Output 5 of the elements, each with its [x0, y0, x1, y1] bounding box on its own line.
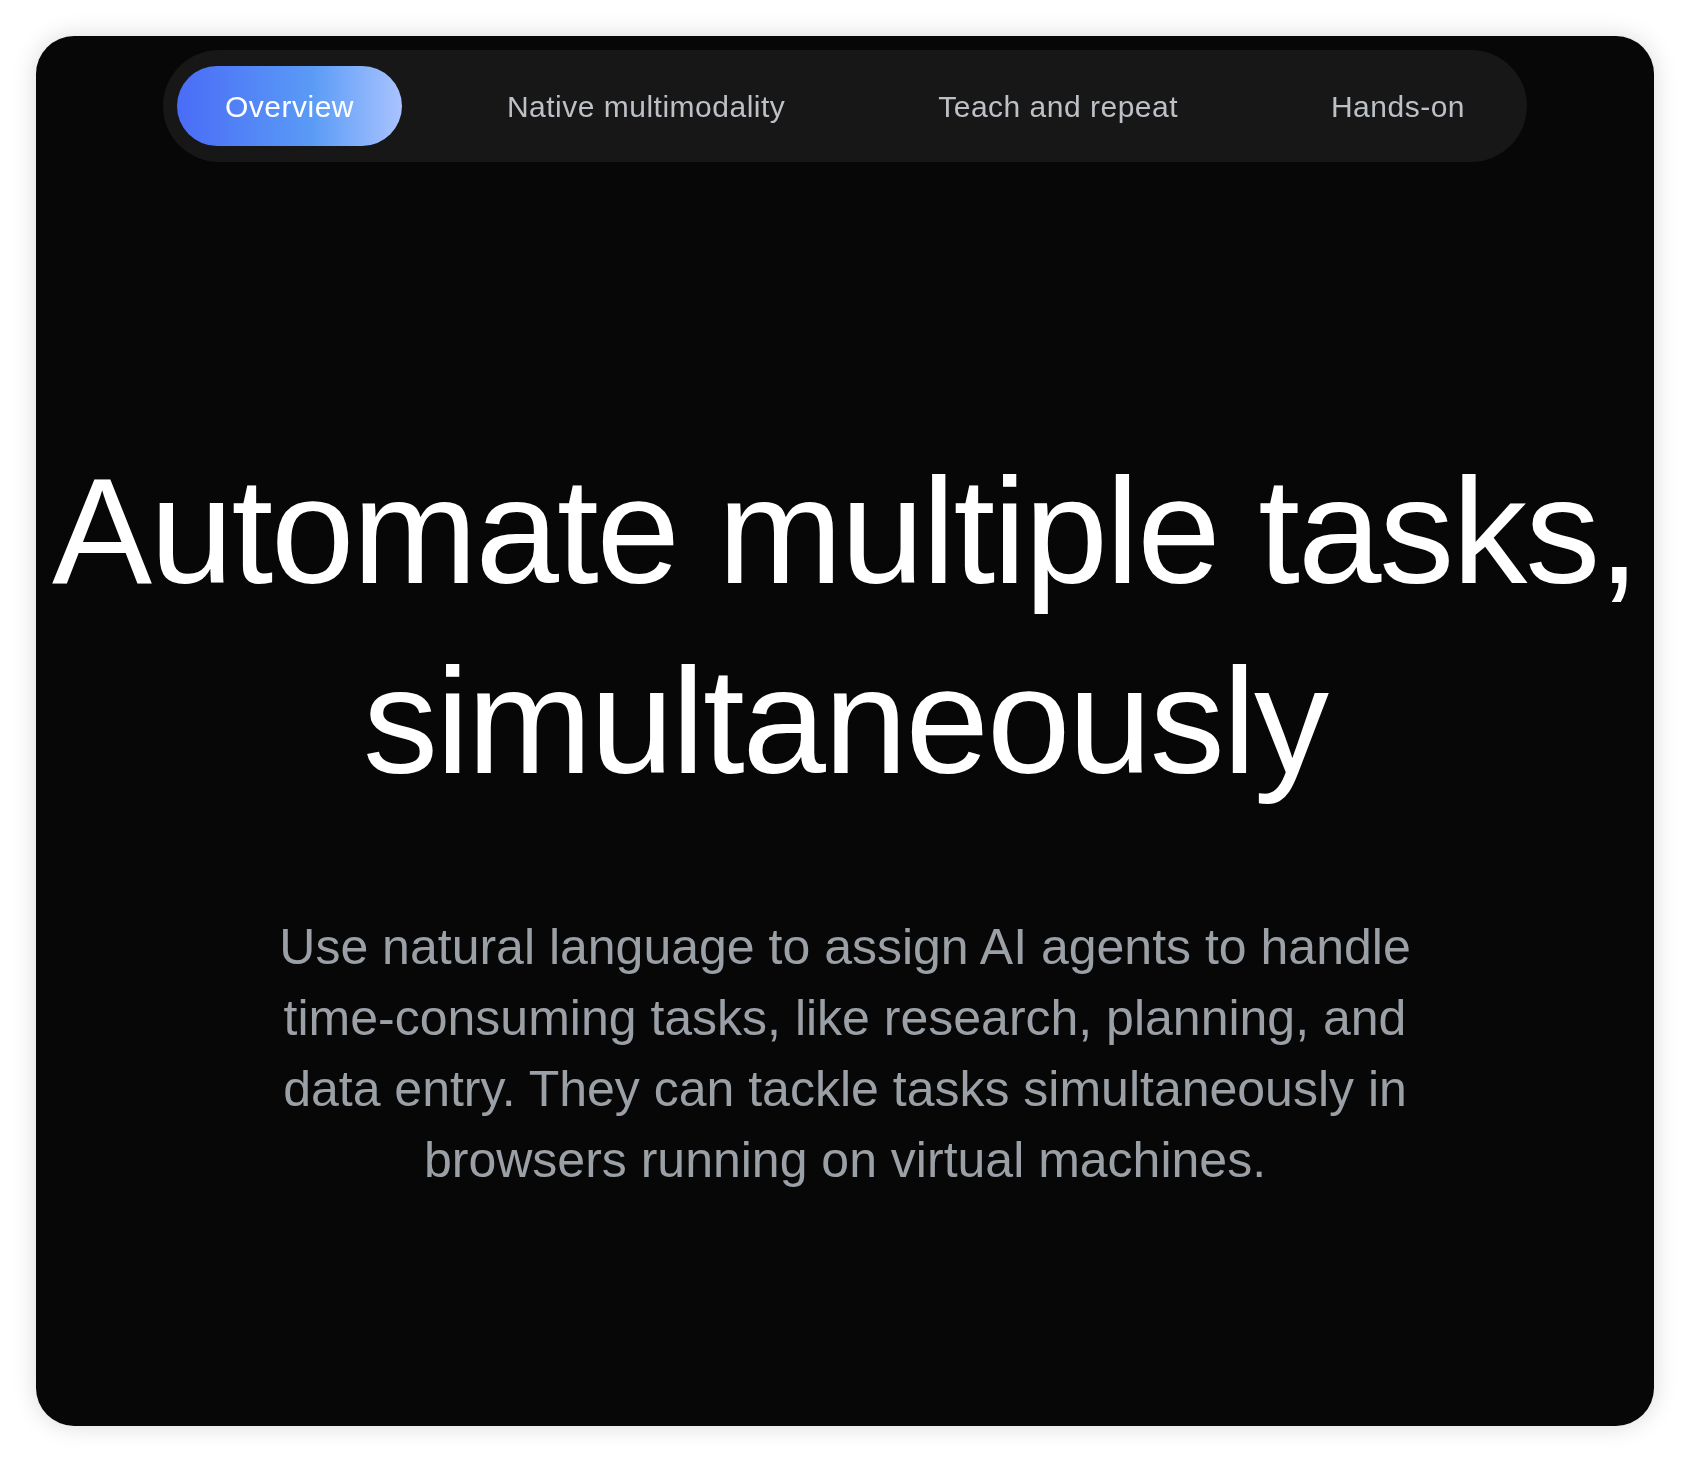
tab[interactable]: Teach and repeat: [890, 66, 1227, 146]
heading: Automate multiple tasks, simultaneously: [50, 446, 1639, 807]
tab[interactable]: Native multimodality: [458, 66, 834, 146]
tab[interactable]: Hands-on: [1282, 66, 1513, 146]
description: Use natural language to assign AI agents to handle time-consuming tasks, like research, planning, and data entry. They can tackle tasks simultaneously in browsers running on virtual machines.: [278, 918, 1412, 1190]
